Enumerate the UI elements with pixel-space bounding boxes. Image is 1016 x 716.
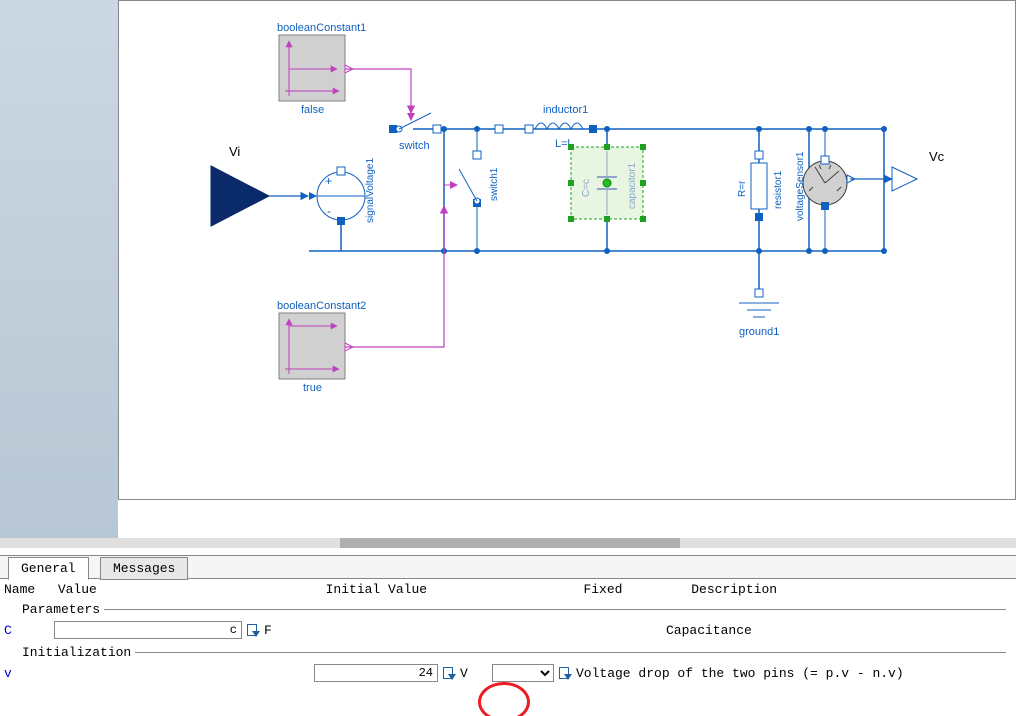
column-headers: Name Value Initial Value Fixed Descripti… [0,579,1016,600]
group-parameters: Parameters C F Capacitance [18,602,1006,641]
svg-text:inductor1: inductor1 [543,104,588,116]
svg-text:switch1: switch1 [489,167,500,201]
group-init-legend: Initialization [18,645,135,660]
splitter[interactable] [0,538,1016,548]
desc-v: Voltage drop of the two pins (= p.v - n.… [576,666,904,681]
row-C: C F Capacitance [18,619,1006,641]
vi-label: Vi [229,144,240,159]
boolean-constant-2[interactable]: booleanConstant2 true [277,300,366,394]
svg-text:voltageSensor1: voltageSensor1 [795,151,806,221]
fixed-combo-v[interactable] [492,664,554,682]
workspace: Vi Vc booleanConstant1 false [0,0,1016,538]
unit-V: V [460,666,476,681]
svg-text:false: false [301,104,324,116]
unit-F: F [264,623,278,638]
tab-general[interactable]: General [8,557,89,580]
row-v: v V Voltage drop of the two pins (= p.v … [18,662,1006,684]
param-value-C[interactable] [54,621,242,639]
svg-text:+: + [325,174,332,188]
edit-icon[interactable] [558,666,572,680]
var-name-v: v [4,666,54,681]
param-name-C: C [4,623,54,638]
svg-text:booleanConstant1: booleanConstant1 [277,22,366,34]
svg-text:ground1: ground1 [739,326,779,338]
input-vi[interactable]: Vi [211,144,269,226]
boolean-constant-1[interactable]: booleanConstant1 false [277,22,366,116]
panel-tabs: General Messages [0,556,1016,579]
switch1[interactable]: switch1 [444,126,500,254]
svg-text:capacitor1: capacitor1 [627,162,638,209]
vc-label: Vc [929,149,945,164]
capacitor1[interactable]: capacitor1 C=c [568,144,646,222]
properties-panel: General Messages Name Value Initial Valu… [0,555,1016,716]
svg-text:booleanConstant2: booleanConstant2 [277,300,366,312]
edit-icon[interactable] [442,666,456,680]
tab-messages[interactable]: Messages [100,557,188,580]
diagram-canvas[interactable]: Vi Vc booleanConstant1 false [118,0,1016,500]
edit-icon[interactable] [246,623,260,637]
svg-text:R=r: R=r [737,180,748,197]
resistor1[interactable]: resistor1 R=r [737,151,784,221]
switch-top[interactable]: switch [389,113,441,152]
group-parameters-legend: Parameters [18,602,104,617]
sidebar-gradient [0,0,118,538]
svg-text:switch: switch [399,140,430,152]
inductor1[interactable]: inductor1 L=l [499,104,597,150]
output-vc[interactable]: Vc [892,149,945,191]
svg-text:true: true [303,382,322,394]
svg-text:signalVoltage1: signalVoltage1 [365,158,376,223]
svg-text:L=l: L=l [555,138,570,150]
ground1[interactable]: ground1 [739,289,779,338]
svg-text:C=c: C=c [581,179,592,197]
desc-C: Capacitance [666,623,752,638]
diagram-svg: Vi Vc booleanConstant1 false [119,1,1015,499]
initial-value-v[interactable] [314,664,438,682]
svg-text:-: - [327,204,331,218]
group-initialization: Initialization v V Voltage drop of the t… [18,645,1006,684]
annotation-red-circle [478,682,530,716]
signal-voltage-1[interactable]: + - signalVoltage1 [309,158,376,225]
voltage-sensor-1[interactable]: voltageSensor1 [795,126,855,254]
svg-text:resistor1: resistor1 [773,170,784,209]
